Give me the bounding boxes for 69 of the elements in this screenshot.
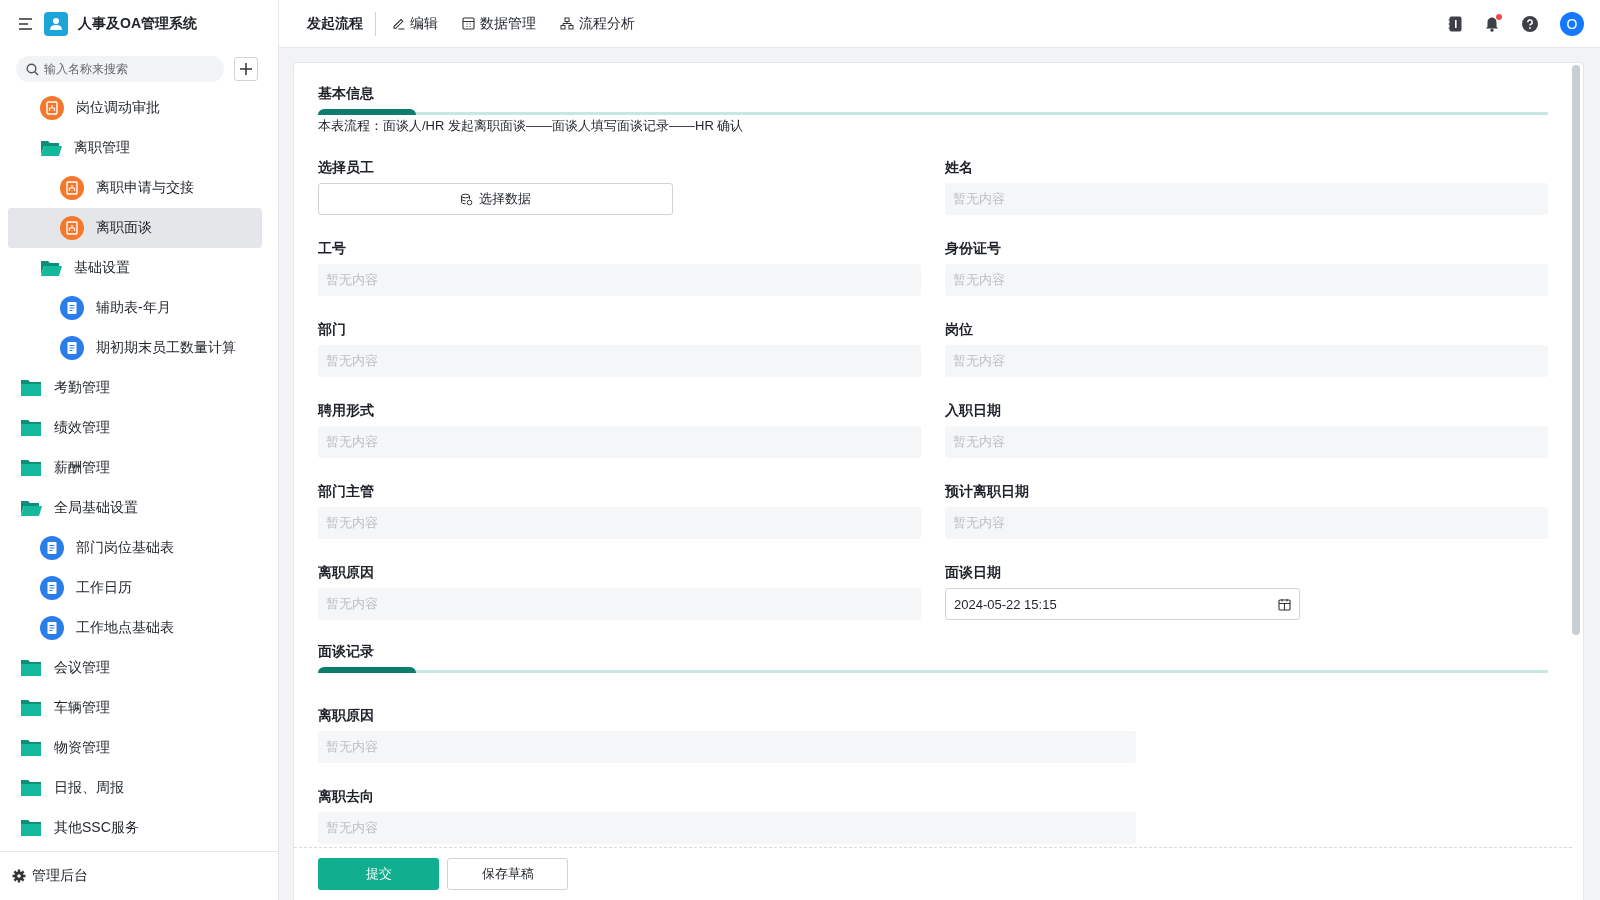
field-label: 聘用形式: [318, 401, 375, 420]
sidebar-item[interactable]: 基础设置: [8, 248, 262, 288]
scrollbar-thumb[interactable]: [1572, 65, 1580, 635]
document-icon: [60, 296, 84, 320]
sidebar-item[interactable]: 其他SSC服务: [8, 808, 262, 848]
settings-icon[interactable]: [12, 869, 26, 883]
save-draft-button[interactable]: 保存草稿: [447, 858, 568, 890]
header-tab[interactable]: 编辑: [380, 11, 450, 36]
sidebar-item[interactable]: 离职申请与交接: [8, 168, 262, 208]
sidebar-item[interactable]: 工作地点基础表: [8, 608, 262, 648]
section-title: 面谈记录: [318, 642, 375, 661]
header-tab[interactable]: 发起流程: [295, 11, 376, 36]
sidebar-item[interactable]: 全局基础设置: [8, 488, 262, 528]
admin-link[interactable]: 管理后台: [32, 867, 88, 885]
field-label: 离职去向: [318, 787, 375, 806]
sidebar-item[interactable]: 期初期末员工数量计算: [8, 328, 262, 368]
header-tab[interactable]: 流程分析: [548, 11, 647, 36]
field-label: 选择员工: [318, 158, 375, 177]
app-logo: [44, 12, 68, 36]
field-label: 部门主管: [318, 482, 375, 501]
document-icon: [60, 336, 84, 360]
bell-icon[interactable]: [1484, 15, 1500, 32]
document-icon: [40, 576, 64, 600]
help-icon[interactable]: [1522, 15, 1538, 32]
field-label: 离职原因: [318, 563, 375, 582]
calendar-icon[interactable]: [1278, 597, 1291, 611]
date-time-field[interactable]: 2024-05-22 15:15: [945, 588, 1300, 620]
field-label: 部门: [318, 320, 347, 339]
table-icon: [462, 17, 475, 30]
search-field[interactable]: 输入名称来搜索: [16, 56, 224, 82]
user-avatar[interactable]: O: [1560, 11, 1584, 36]
field-label: 身份证号: [945, 239, 1002, 258]
field-label: 离职原因: [318, 706, 375, 725]
field-label: 岗位: [945, 320, 974, 339]
add-button[interactable]: [234, 57, 258, 81]
clipboard-icon: [60, 176, 84, 200]
sidebar-item[interactable]: 物资管理: [8, 728, 262, 768]
field-label: 面谈日期: [945, 563, 1002, 582]
sidebar-item[interactable]: 离职管理: [8, 128, 262, 168]
section-description: 本表流程：面谈人/HR 发起离职面谈——面谈人填写面谈记录——HR 确认: [318, 117, 745, 135]
field-label: 入职日期: [945, 401, 1002, 420]
hierarchy-icon: [560, 17, 574, 30]
field-label: 工号: [318, 239, 347, 258]
database-icon: [460, 192, 473, 206]
sidebar-item[interactable]: 日报、周报: [8, 768, 262, 808]
sidebar-item[interactable]: 辅助表-年月: [8, 288, 262, 328]
sidebar-item[interactable]: 离职面谈: [8, 208, 262, 248]
field-label: 预计离职日期: [945, 482, 1030, 501]
app-title: 人事及OA管理系统: [78, 15, 197, 33]
select-data-button[interactable]: 选择数据: [318, 183, 673, 215]
sidebar-item[interactable]: 会议管理: [8, 648, 262, 688]
sidebar-item[interactable]: 岗位调动审批: [8, 88, 262, 128]
sidebar-item[interactable]: 工作日历: [8, 568, 262, 608]
plus-icon: [239, 62, 253, 76]
section-title: 基本信息: [318, 84, 375, 103]
sidebar-item[interactable]: 考勤管理: [8, 368, 262, 408]
notebook-icon[interactable]: [1448, 15, 1462, 32]
menu-icon[interactable]: [18, 17, 34, 31]
document-icon: [40, 536, 64, 560]
sidebar-item[interactable]: 绩效管理: [8, 408, 262, 448]
sidebar-item[interactable]: 车辆管理: [8, 688, 262, 728]
field-label: 姓名: [945, 158, 974, 177]
sidebar-item[interactable]: 部门岗位基础表: [8, 528, 262, 568]
sidebar-item[interactable]: 薪酬管理: [8, 448, 262, 488]
document-icon: [40, 616, 64, 640]
header-tab[interactable]: 数据管理: [450, 11, 548, 36]
clipboard-icon: [40, 96, 64, 120]
pencil-icon: [392, 17, 405, 30]
clipboard-icon: [60, 216, 84, 240]
